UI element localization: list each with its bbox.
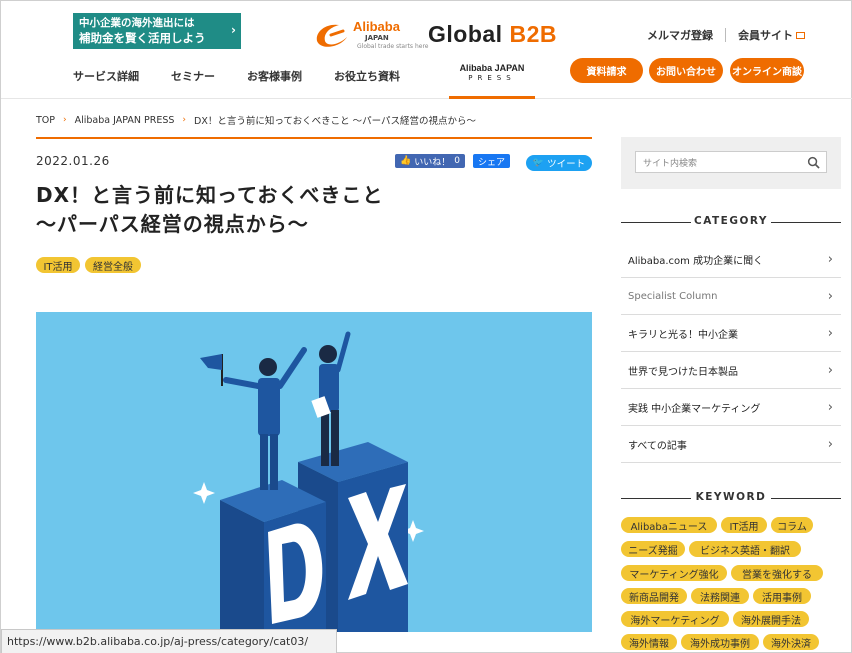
press-logo-bottom: PRESS [468,74,516,82]
facebook-like-button[interactable]: 👍 いいね！ 0 [395,154,465,168]
keyword-tag[interactable]: コラム [771,517,813,533]
nav-item-resources[interactable]: お役立ち資料 [334,68,400,84]
newsletter-link[interactable]: メルマガ登録 [647,27,713,43]
members-site-link[interactable]: 会員サイト [738,27,805,43]
tweet-button[interactable]: 🐦 ツイート [526,155,592,171]
main-nav: サービス詳細 セミナー お客様事例 お役立ち資料 [73,68,432,84]
breadcrumb-press[interactable]: Alibaba JAPAN PRESS [75,115,175,126]
category-label: 世界で見つけた日本製品 [628,366,738,378]
chevron-right-icon: › [827,325,833,341]
thumbs-up-icon: 👍 [400,156,412,166]
keyword-tag[interactable]: 海外マーケティング [621,611,729,627]
logo-global-word: Global [428,21,503,47]
twitter-bird-icon: 🐦 [532,158,545,168]
keyword-heading: KEYWORD [621,491,841,505]
promo-line-2: 補助金を賢く活用しよう [79,31,206,45]
keyword-tag[interactable]: IT活用 [721,517,767,533]
logo-alibaba-text: Alibaba [353,19,400,34]
facebook-share-button[interactable]: シェア [473,154,511,168]
press-logo-top: Alibaba JAPAN [459,63,525,73]
site-logo[interactable]: Alibaba JAPAN Global trade starts here G… [313,15,563,55]
chevron-right-icon: › [827,251,833,267]
nav-item-case-studies[interactable]: お客様事例 [247,68,302,84]
keyword-tag[interactable]: ニーズ発掘 [621,541,685,557]
search-input[interactable]: サイト内検索 [635,151,827,173]
category-label: Alibaba.com 成功企業に聞く [628,255,764,267]
alibaba-smile-icon [316,24,347,47]
tweet-label: ツイート [547,159,586,170]
keyword-tag[interactable]: 営業を強化する [731,565,823,581]
keyword-tag[interactable]: 海外展開手法 [733,611,809,627]
logo-japan-text: JAPAN [365,34,389,42]
keyword-tag[interactable]: 活用事例 [753,588,811,604]
utility-links: メルマガ登録 会員サイト [647,27,805,43]
article-hero-image [36,312,592,632]
keyword-tag[interactable]: ビジネス英語・翻訳 [689,541,801,557]
nav-item-seminars[interactable]: セミナー [171,68,215,84]
category-label: キラリと光る！中小企業 [628,329,738,341]
logo-global-b2b: Global B2B [428,21,557,48]
tag-it[interactable]: IT活用 [36,257,80,273]
breadcrumb: TOP › Alibaba JAPAN PRESS › DX！と言う前に知ってお… [36,113,477,128]
title-line-1: DX！と言う前に知っておくべきこと [36,183,384,207]
logo-b2b-word: B2B [509,21,557,47]
keyword-tag[interactable]: 海外決済 [763,634,819,650]
subsidy-promo-banner[interactable]: 中小企業の海外進出には 補助金を賢く活用しよう › [73,13,241,49]
dx-illustration [193,331,424,632]
nav-item-services[interactable]: サービス詳細 [73,68,139,84]
link-status-bar: https://www.b2b.alibaba.co.jp/aj-press/c… [1,629,337,653]
category-heading: CATEGORY [621,215,841,229]
category-label: すべての記事 [628,440,687,452]
online-meeting-button[interactable]: オンライン商談 [730,58,804,83]
title-line-2: 〜パーパス経営の視点から〜 [36,212,309,236]
chevron-right-icon: › [182,115,187,125]
chevron-right-icon: › [63,115,67,125]
category-sme-marketing[interactable]: 実践 中小企業マーケティング › [621,389,841,426]
category-label: Specialist Column [628,290,718,302]
category-specialist-column[interactable]: Specialist Column › [621,278,841,315]
search-placeholder: サイト内検索 [643,158,698,169]
promo-line-1: 中小企業の海外進出には [79,17,195,29]
nav-item-press[interactable]: Alibaba JAPAN PRESS [449,61,535,99]
members-site-label: 会員サイト [738,29,793,42]
breadcrumb-current: DX！と言う前に知っておくべきこと 〜パーパス経営の視点から〜 [194,116,477,127]
keyword-tag[interactable]: マーケティング強化 [621,565,727,581]
keyword-tag[interactable]: 新商品開発 [621,588,687,604]
chevron-right-icon: › [827,288,833,304]
category-success-stories[interactable]: Alibaba.com 成功企業に聞く › [621,241,841,278]
like-count: 0 [454,156,460,166]
keyword-tag[interactable]: Alibabaニュース [621,517,717,533]
chevron-right-icon: › [827,399,833,415]
category-japanese-products[interactable]: 世界で見つけた日本製品 › [621,352,841,389]
tag-management[interactable]: 経営全般 [85,257,141,273]
chevron-right-icon: › [827,436,833,452]
breadcrumb-top[interactable]: TOP [36,115,55,126]
article-date: 2022.01.26 [36,154,110,168]
site-header: 中小企業の海外進出には 補助金を賢く活用しよう › Alibaba JAPAN … [1,1,852,99]
like-label: いいね！ [414,157,451,168]
category-all-articles[interactable]: すべての記事 › [621,426,841,463]
request-docs-button[interactable]: 資料請求 [570,58,643,83]
keyword-tag[interactable]: 海外情報 [621,634,677,650]
article-top-rule [36,137,592,139]
chevron-right-icon: › [827,362,833,378]
search-icon[interactable] [807,156,820,169]
category-shining-smes[interactable]: キラリと光る！中小企業 › [621,315,841,352]
article-title: DX！と言う前に知っておくべきこと 〜パーパス経営の視点から〜 [36,181,596,239]
category-list: Alibaba.com 成功企業に聞く › Specialist Column › … [621,241,841,463]
logo-tagline: Global trade starts here [357,43,429,50]
chevron-right-icon: › [231,23,236,37]
contact-button[interactable]: お問い合わせ [649,58,723,83]
divider [725,28,726,42]
keyword-tag[interactable]: 法務関連 [691,588,749,604]
keyword-tag[interactable]: 海外成功事例 [681,634,759,650]
external-link-icon [796,32,805,39]
site-search-box: サイト内検索 [621,137,841,189]
category-label: 実践 中小企業マーケティング [628,403,761,415]
